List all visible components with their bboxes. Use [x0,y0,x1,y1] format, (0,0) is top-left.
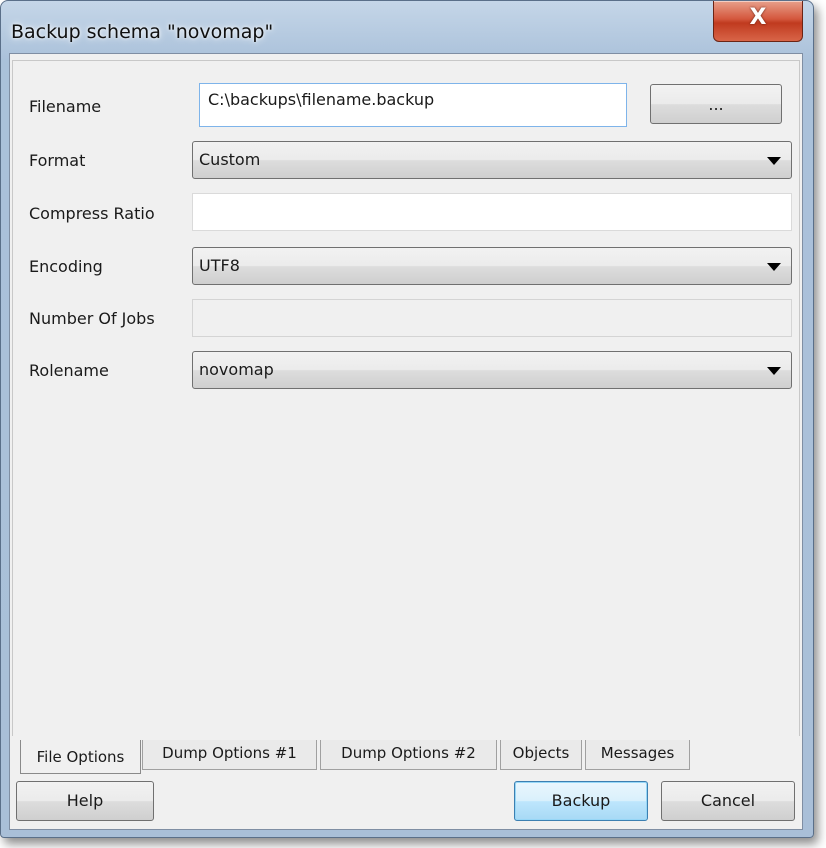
tab-objects-label: Objects [512,744,570,762]
number-of-jobs-label: Number Of Jobs [29,309,155,328]
rolename-label: Rolename [29,361,109,380]
tab-file-options-label: File Options [36,748,125,766]
backup-button-label: Backup [551,791,611,810]
rolename-select[interactable]: novomap [192,351,792,389]
tab-messages-label: Messages [600,744,675,762]
number-of-jobs-input[interactable] [192,299,792,337]
rolename-value: novomap [199,360,274,379]
chevron-down-icon [767,157,781,165]
filename-input[interactable]: C:\backups\filename.backup [199,83,627,127]
filename-label: Filename [29,97,102,116]
help-button[interactable]: Help [16,781,154,821]
browse-button[interactable]: ... [650,84,782,124]
chevron-down-icon [767,263,781,271]
chevron-down-icon [767,367,781,375]
close-button[interactable]: X [713,1,803,42]
tab-page-file-options: Filename C:\backups\filename.backup ... … [12,60,800,736]
format-value: Custom [199,150,261,169]
help-button-label: Help [66,791,104,810]
cancel-button-label: Cancel [700,791,756,810]
tab-objects[interactable]: Objects [500,740,582,770]
compress-ratio-label: Compress Ratio [29,204,155,223]
window-title: Backup schema "novomap" [11,21,274,43]
browse-button-label: ... [708,95,724,114]
tab-messages[interactable]: Messages [585,740,690,770]
tab-dump-options-2-label: Dump Options #2 [341,744,476,762]
encoding-label: Encoding [29,257,103,276]
close-icon: X [749,5,767,30]
backup-dialog-window: Backup schema "novomap" X Filename C:\ba… [0,0,814,838]
filename-value: C:\backups\filename.backup [208,90,435,109]
tab-dump-options-2[interactable]: Dump Options #2 [320,740,497,770]
tab-dump-options-1[interactable]: Dump Options #1 [142,740,317,770]
format-label: Format [29,151,86,170]
compress-ratio-input[interactable] [192,193,792,231]
backup-button[interactable]: Backup [514,781,648,821]
title-bar[interactable]: Backup schema "novomap" X [1,1,813,53]
tab-file-options[interactable]: File Options [20,740,141,774]
format-select[interactable]: Custom [192,141,792,179]
dialog-client-area: Filename C:\backups\filename.backup ... … [9,53,803,830]
encoding-select[interactable]: UTF8 [192,247,792,285]
tab-dump-options-1-label: Dump Options #1 [162,744,297,762]
encoding-value: UTF8 [199,256,240,275]
cancel-button[interactable]: Cancel [661,781,795,821]
